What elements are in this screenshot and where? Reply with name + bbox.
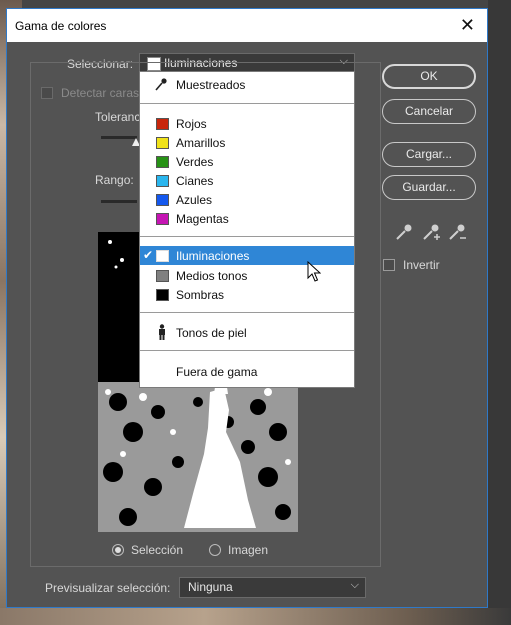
background-photo-bottom: [0, 608, 511, 625]
menu-item-label: Magentas: [176, 212, 229, 226]
menu-item-blues[interactable]: Azules: [140, 190, 354, 209]
blue-swatch: [156, 194, 169, 206]
menu-item-out-of-gamut[interactable]: Fuera de gama: [140, 362, 354, 381]
select-dropdown-menu: Muestreados Rojos Amarillos Verdes Ciane…: [139, 71, 355, 388]
cyan-swatch: [156, 175, 169, 187]
range-label: Rango:: [95, 173, 134, 187]
ok-button[interactable]: OK: [382, 64, 476, 89]
menu-item-greens[interactable]: Verdes: [140, 152, 354, 171]
yellow-swatch: [156, 137, 169, 149]
menu-separator: [140, 312, 354, 313]
window-title: Gama de colores: [15, 19, 107, 33]
menu-item-midtones[interactable]: Medios tonos: [140, 266, 354, 285]
black-swatch: [156, 289, 169, 301]
title-bar: Gama de colores ✕: [7, 9, 487, 42]
menu-item-label: Fuera de gama: [176, 365, 258, 379]
menu-item-yellows[interactable]: Amarillos: [140, 133, 354, 152]
color-range-dialog: Gama de colores ✕ Seleccionar: Iluminaci…: [6, 8, 488, 608]
gray-swatch: [156, 270, 169, 282]
menu-item-magentas[interactable]: Magentas: [140, 209, 354, 228]
menu-separator: [140, 236, 354, 237]
menu-item-label: Sombras: [176, 288, 225, 302]
load-button[interactable]: Cargar...: [382, 142, 476, 167]
menu-item-label: Muestreados: [176, 78, 246, 92]
menu-item-skin-tones[interactable]: Tonos de piel: [140, 323, 354, 342]
close-icon[interactable]: ✕: [460, 15, 475, 36]
person-icon: [157, 324, 167, 343]
image-radio[interactable]: [209, 544, 221, 556]
menu-item-label: Iluminaciones: [176, 249, 250, 263]
invert-label: Invertir: [403, 258, 440, 272]
selection-radio-label: Selección: [131, 543, 184, 557]
menu-item-shadows[interactable]: Sombras: [140, 285, 354, 304]
detect-faces-checkbox[interactable]: [41, 87, 53, 99]
background-dark-right: [488, 0, 511, 625]
menu-item-label: Verdes: [176, 155, 214, 169]
range-slider[interactable]: [101, 200, 137, 203]
menu-item-label: Rojos: [176, 117, 207, 131]
menu-item-label: Medios tonos: [176, 269, 248, 283]
preview-selection-label: Previsualizar selección:: [45, 581, 171, 595]
white-swatch: [156, 250, 169, 262]
menu-separator: [140, 103, 354, 104]
menu-item-label: Amarillos: [176, 136, 226, 150]
preview-selection-dropdown[interactable]: Ninguna ⌵: [179, 577, 366, 598]
image-radio-label: Imagen: [228, 543, 269, 557]
menu-item-cyans[interactable]: Cianes: [140, 171, 354, 190]
menu-item-sampled[interactable]: Muestreados: [140, 75, 354, 94]
menu-item-label: Cianes: [176, 174, 214, 188]
menu-separator: [140, 350, 354, 351]
cancel-button[interactable]: Cancelar: [382, 99, 476, 124]
chevron-down-icon: ⌵: [350, 579, 359, 591]
eyedropper-icon[interactable]: [393, 221, 415, 243]
eyedropper-minus-icon[interactable]: [446, 221, 468, 243]
save-button[interactable]: Guardar...: [382, 175, 476, 200]
mouse-cursor-icon: [307, 260, 322, 286]
menu-item-highlights[interactable]: ✔ Iluminaciones: [140, 246, 354, 265]
green-swatch: [156, 156, 169, 168]
menu-item-label: Tonos de piel: [176, 326, 247, 340]
check-icon: ✔: [143, 248, 154, 262]
eyedropper-icon: [154, 76, 168, 95]
selection-radio[interactable]: [112, 544, 124, 556]
magenta-swatch: [156, 213, 169, 225]
eyedropper-plus-icon[interactable]: [420, 221, 442, 243]
invert-checkbox[interactable]: [383, 259, 395, 271]
menu-item-reds[interactable]: Rojos: [140, 114, 354, 133]
menu-item-label: Azules: [176, 193, 213, 207]
preview-selection-value: Ninguna: [188, 580, 233, 594]
detect-faces-label: Detectar caras: [61, 86, 140, 100]
red-swatch: [156, 118, 169, 130]
tolerance-label: Toleranc: [95, 110, 141, 124]
